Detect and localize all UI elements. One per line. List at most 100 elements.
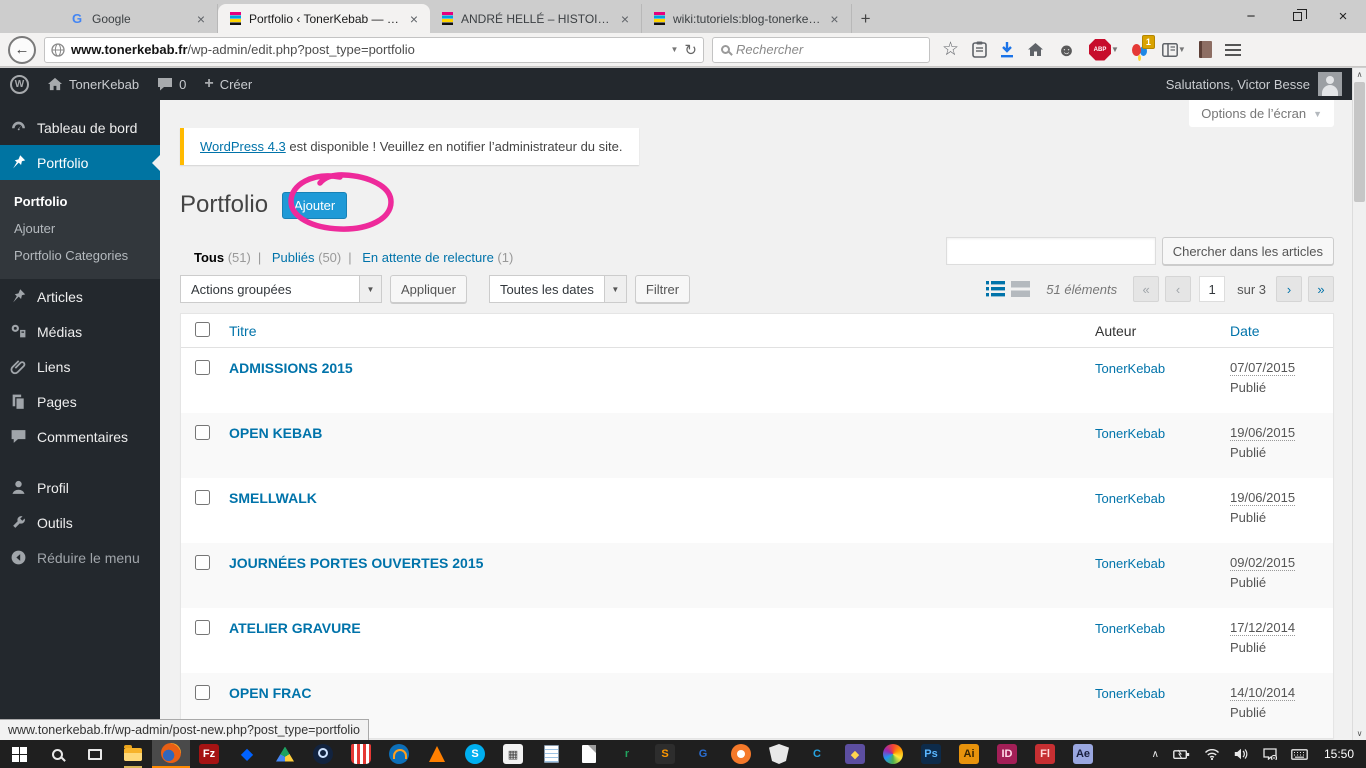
screen-options-tab[interactable]: Options de l’écran ▼ xyxy=(1189,100,1334,127)
add-new-button[interactable]: Ajouter xyxy=(282,191,348,219)
taskbar-app-icon[interactable]: Ps xyxy=(912,740,950,768)
back-button[interactable]: ← xyxy=(8,35,36,64)
browser-tab[interactable]: Portfolio ‹ TonerKebab — Wor… × xyxy=(218,4,430,33)
sort-by-date[interactable]: Date xyxy=(1230,323,1260,339)
list-view-icon[interactable] xyxy=(985,279,1005,299)
downloads-icon[interactable] xyxy=(1000,41,1014,58)
sidebar-panel-icon[interactable]: ▼ xyxy=(1161,42,1186,57)
sidebar-item-outils[interactable]: Outils xyxy=(0,505,160,540)
browser-search-box[interactable] xyxy=(712,36,930,63)
post-author-link[interactable]: TonerKebab xyxy=(1095,426,1165,441)
taskbar-app-icon[interactable]: ◆ xyxy=(228,740,266,768)
taskbar-app-icon[interactable]: Ae xyxy=(1064,740,1102,768)
post-author-link[interactable]: TonerKebab xyxy=(1095,361,1165,376)
scroll-down-icon[interactable]: ∨ xyxy=(1357,729,1363,738)
address-bar[interactable]: www.tonerkebab.fr/wp-admin/edit.php?post… xyxy=(44,36,704,63)
post-title-link[interactable]: SMELLWALK xyxy=(229,490,317,506)
sidebar-item-articles[interactable]: Articles xyxy=(0,279,160,314)
taskbar-app-icon[interactable]: ID xyxy=(988,740,1026,768)
taskbar-app-icon[interactable] xyxy=(570,740,608,768)
submenu-ajouter[interactable]: Ajouter xyxy=(0,215,160,242)
post-author-link[interactable]: TonerKebab xyxy=(1095,621,1165,636)
keyboard-icon[interactable] xyxy=(1291,748,1308,760)
sidebar-item-commentaires[interactable]: Commentaires xyxy=(0,419,160,454)
tab-close-icon[interactable]: × xyxy=(195,11,207,27)
submenu-portfolio[interactable]: Portfolio xyxy=(0,188,160,215)
taskbar-app-icon[interactable]: G xyxy=(684,740,722,768)
scrollbar-thumb[interactable] xyxy=(1354,82,1365,202)
taskbar-app-icon[interactable]: ◆ xyxy=(836,740,874,768)
taskbar-app-icon[interactable]: Fz xyxy=(190,740,228,768)
taskbar-app-icon[interactable] xyxy=(114,740,152,768)
select-all-checkbox[interactable] xyxy=(195,321,210,337)
tray-chevron-up-icon[interactable]: ∧ xyxy=(1152,749,1159,760)
scroll-up-icon[interactable]: ∧ xyxy=(1357,70,1363,79)
taskbar-app-icon[interactable] xyxy=(76,740,114,768)
filter-link[interactable]: En attente de relecture (1) xyxy=(362,250,513,265)
taskbar-app-icon[interactable] xyxy=(532,740,570,768)
user-avatar[interactable] xyxy=(1318,72,1342,96)
taskbar-app-icon[interactable]: ▦ xyxy=(494,740,532,768)
home-icon[interactable] xyxy=(1027,42,1044,57)
taskbar-app-icon[interactable]: Fl xyxy=(1026,740,1064,768)
search-input[interactable] xyxy=(736,42,886,57)
adblock-plus-icon[interactable]: ABP ▼ xyxy=(1089,38,1119,61)
taskbar-app-icon[interactable] xyxy=(874,740,912,768)
feedback-smiley-icon[interactable]: ☻ xyxy=(1057,41,1076,59)
apply-button[interactable]: Appliquer xyxy=(390,275,467,303)
sidebar-item-dashboard[interactable]: Tableau de bord xyxy=(0,110,160,145)
sort-by-title[interactable]: Titre xyxy=(229,323,256,339)
taskbar-app-icon[interactable] xyxy=(760,740,798,768)
restore-button[interactable] xyxy=(1274,0,1320,33)
wordpress-update-link[interactable]: WordPress 4.3 xyxy=(200,139,286,154)
taskbar-app-icon[interactable]: C xyxy=(798,740,836,768)
wifi-icon[interactable] xyxy=(1204,748,1220,760)
posts-search-input[interactable] xyxy=(945,237,1156,265)
filter-button[interactable]: Filtrer xyxy=(634,275,691,303)
browser-tab[interactable]: wiki:tutoriels:blog-tonerke… × xyxy=(642,4,852,33)
taskbar-app-icon[interactable] xyxy=(380,740,418,768)
tab-close-icon[interactable]: × xyxy=(408,11,420,27)
action-center-icon[interactable] xyxy=(1263,748,1277,760)
post-title-link[interactable]: JOURNÉES PORTES OUVERTES 2015 xyxy=(229,555,483,571)
new-content-menu[interactable]: + Créer xyxy=(204,76,252,92)
post-author-link[interactable]: TonerKebab xyxy=(1095,491,1165,506)
taskbar-app-icon[interactable] xyxy=(0,740,38,768)
post-title-link[interactable]: ADMISSIONS 2015 xyxy=(229,360,353,376)
row-checkbox[interactable] xyxy=(195,425,210,440)
row-checkbox[interactable] xyxy=(195,555,210,570)
minimize-button[interactable]: − xyxy=(1228,0,1274,33)
wp-logo-menu[interactable]: W xyxy=(10,74,29,94)
taskbar-app-icon[interactable] xyxy=(304,740,342,768)
post-author-link[interactable]: TonerKebab xyxy=(1095,556,1165,571)
tab-close-icon[interactable]: × xyxy=(828,11,840,27)
sidebar-item-pages[interactable]: Pages xyxy=(0,384,160,419)
library-icon[interactable] xyxy=(972,41,987,58)
taskbar-app-icon[interactable] xyxy=(38,740,76,768)
menu-hamburger-icon[interactable] xyxy=(1224,43,1241,56)
taskbar-app-icon[interactable] xyxy=(418,740,456,768)
taskbar-app-icon[interactable] xyxy=(342,740,380,768)
battery-icon[interactable] xyxy=(1173,749,1190,760)
sidebar-item-medias[interactable]: Médias xyxy=(0,314,160,349)
post-title-link[interactable]: ATELIER GRAVURE xyxy=(229,620,361,636)
taskbar-app-icon[interactable] xyxy=(152,740,190,768)
taskbar-app-icon[interactable] xyxy=(266,740,304,768)
sidebar-collapse-menu[interactable]: Réduire le menu xyxy=(0,540,160,575)
excerpt-view-icon[interactable] xyxy=(1010,279,1030,299)
reload-icon[interactable]: ↻ xyxy=(684,41,697,59)
filter-link[interactable]: Publiés (50) xyxy=(272,250,341,265)
sidebar-item-portfolio[interactable]: Portfolio xyxy=(0,145,160,180)
close-button[interactable]: × xyxy=(1320,0,1366,33)
row-checkbox[interactable] xyxy=(195,490,210,505)
filter-link[interactable]: Tous (51) xyxy=(194,250,251,265)
panel-caret-icon[interactable]: ▼ xyxy=(1178,45,1186,54)
current-page-box[interactable]: 1 xyxy=(1199,276,1226,302)
taskbar-app-icon[interactable]: S xyxy=(456,740,494,768)
sidebar-item-liens[interactable]: Liens xyxy=(0,349,160,384)
new-tab-button[interactable]: + xyxy=(852,5,880,33)
bulk-actions-select[interactable]: Actions groupées ▼ xyxy=(180,275,382,303)
next-page-button[interactable]: › xyxy=(1276,276,1302,302)
pocket-book-icon[interactable] xyxy=(1198,41,1212,58)
row-checkbox[interactable] xyxy=(195,360,210,375)
